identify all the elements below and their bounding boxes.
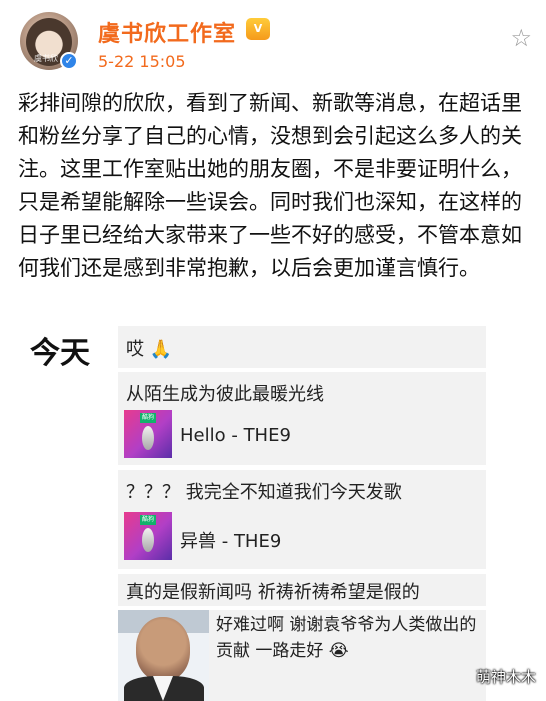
- moment-text: 哎 🙏: [126, 339, 173, 360]
- account-name[interactable]: 虞书欣工作室: [98, 16, 236, 48]
- moment-text: ？？？ 我完全不知道我们今天发歌: [126, 482, 402, 503]
- moments-date-label: 今天: [30, 336, 90, 371]
- song-title[interactable]: Hello - THE9: [180, 425, 291, 446]
- album-art-shape: [142, 528, 154, 552]
- moment-card: 从陌生成为彼此最暖光线 酷狗 Hello - THE9: [118, 372, 486, 465]
- moment-text: 真的是假新闻吗 祈祷祈祷希望是假的: [126, 582, 420, 603]
- moment-text: 好难过啊 谢谢袁爷爷为人类做出的贡献 一路走好 😭: [216, 615, 477, 661]
- watermark: 萌神木木: [475, 668, 536, 686]
- star-icon[interactable]: ☆: [510, 24, 532, 52]
- music-app-logo: 酷狗: [140, 413, 156, 423]
- avatar-watermark: 虞书欣: [34, 54, 58, 63]
- music-cover-icon[interactable]: 酷狗: [124, 410, 172, 458]
- post-text: 彩排间隙的欣欣，看到了新闻、新歌等消息，在超话里和粉丝分享了自己的心情，没想到会…: [18, 91, 522, 280]
- music-app-logo: 酷狗: [140, 515, 156, 525]
- moment-card: ？？？ 我完全不知道我们今天发歌 酷狗 异兽 - THE9: [118, 470, 486, 569]
- music-cover-icon[interactable]: 酷狗: [124, 512, 172, 560]
- moment-card: 哎 🙏: [118, 326, 486, 368]
- song-title[interactable]: 异兽 - THE9: [180, 527, 281, 553]
- post-time: 5-22 15:05: [98, 52, 186, 71]
- portrait-photo: [118, 610, 209, 701]
- portrait-face: [136, 617, 190, 681]
- album-art-shape: [142, 426, 154, 450]
- moment-card: 真的是假新闻吗 祈祷祈祷希望是假的: [118, 574, 486, 606]
- moment-card: 好难过啊 谢谢袁爷爷为人类做出的贡献 一路走好 😭: [118, 610, 486, 701]
- verified-badge-icon: ✓: [60, 52, 78, 70]
- vip-badge-icon: V: [246, 18, 270, 40]
- moment-text: 从陌生成为彼此最暖光线: [126, 384, 324, 405]
